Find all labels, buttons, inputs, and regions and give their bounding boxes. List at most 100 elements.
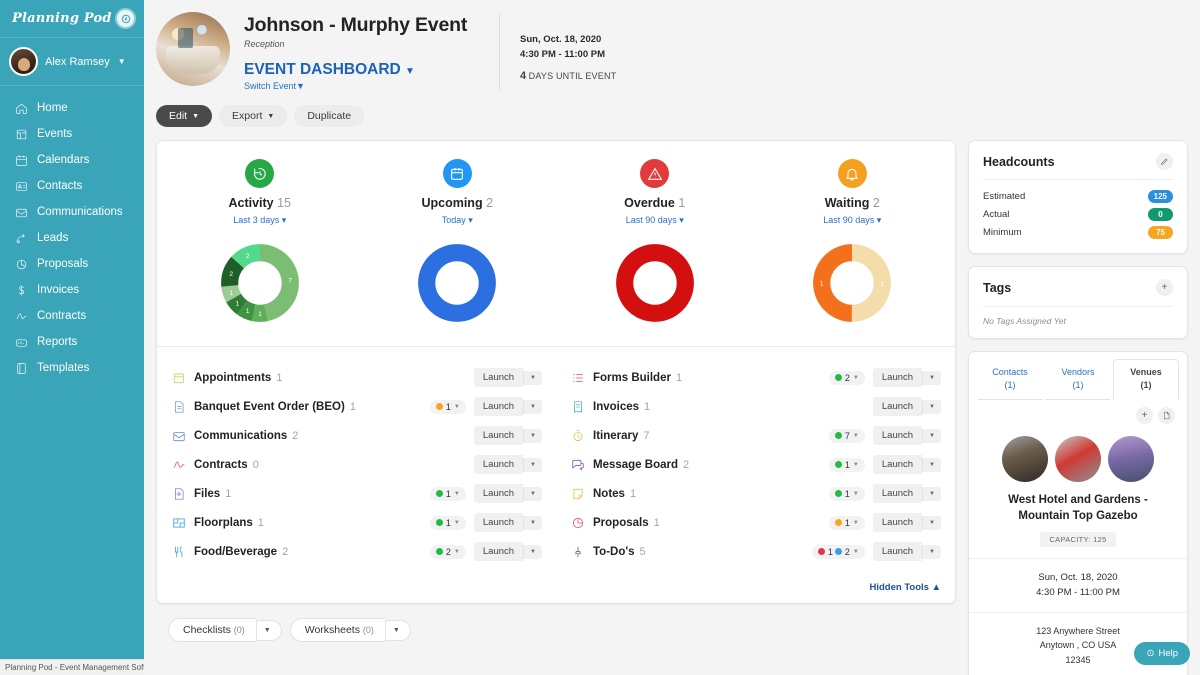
venue-thumbnail[interactable] bbox=[1055, 436, 1101, 483]
launch-dropdown-icon[interactable]: ▼ bbox=[523, 399, 542, 414]
launch-dropdown-icon[interactable]: ▼ bbox=[523, 486, 542, 501]
launch-dropdown-icon[interactable]: ▼ bbox=[523, 515, 542, 530]
worksheets-button[interactable]: Worksheets (0) bbox=[289, 618, 385, 642]
chevron-down-icon[interactable]: ▼ bbox=[454, 491, 460, 497]
document-icon[interactable] bbox=[1158, 407, 1175, 425]
stat-range-dropdown[interactable]: Today ▾ bbox=[359, 215, 557, 226]
tool-badges[interactable]: 1 ▼ bbox=[828, 486, 865, 501]
tool-badges[interactable]: 1 ▼ bbox=[429, 486, 466, 501]
launch-button[interactable]: Launch bbox=[872, 455, 923, 474]
stat-range-dropdown[interactable]: Last 90 days ▾ bbox=[556, 215, 754, 226]
tool-name[interactable]: To-Do's 5 bbox=[593, 546, 646, 558]
tool-badges[interactable]: 1 ▼ bbox=[828, 457, 865, 472]
chevron-down-icon[interactable]: ▼ bbox=[853, 375, 859, 381]
tool-badges[interactable]: 1 2 ▼ bbox=[811, 544, 865, 559]
tool-name[interactable]: Appointments 1 bbox=[194, 372, 282, 384]
tool-badges[interactable]: 1 ▼ bbox=[828, 515, 865, 530]
launch-dropdown-icon[interactable]: ▼ bbox=[922, 544, 941, 559]
launch-dropdown-icon[interactable]: ▼ bbox=[523, 428, 542, 443]
launch-button[interactable]: Launch bbox=[872, 397, 923, 416]
tool-name[interactable]: Proposals 1 bbox=[593, 517, 660, 529]
sidebar-item-invoices[interactable]: Invoices bbox=[0, 277, 144, 303]
chevron-down-icon[interactable]: ▼ bbox=[853, 462, 859, 468]
collapse-sidebar-icon[interactable] bbox=[115, 8, 136, 29]
chevron-down-icon[interactable]: ▼ bbox=[118, 57, 126, 66]
venue-tab-contacts[interactable]: Contacts (1) bbox=[977, 359, 1043, 401]
plus-icon[interactable]: + bbox=[1136, 407, 1153, 425]
chevron-down-icon[interactable]: ▼ bbox=[454, 549, 460, 555]
sidebar-user[interactable]: Alex Ramsey ▼ bbox=[0, 38, 144, 86]
sidebar-item-proposals[interactable]: Proposals bbox=[0, 251, 144, 277]
launch-dropdown-icon[interactable]: ▼ bbox=[922, 515, 941, 530]
switch-event-link[interactable]: Switch Event▼ bbox=[244, 81, 481, 91]
chevron-down-icon[interactable]: ▼ bbox=[853, 491, 859, 497]
venue-tab-vendors[interactable]: Vendors (1) bbox=[1045, 359, 1111, 401]
tool-name[interactable]: Food/Beverage 2 bbox=[194, 546, 288, 558]
sidebar-item-events[interactable]: Events bbox=[0, 121, 144, 147]
launch-button[interactable]: Launch bbox=[473, 426, 524, 445]
launch-dropdown-icon[interactable]: ▼ bbox=[922, 370, 941, 385]
launch-dropdown-icon[interactable]: ▼ bbox=[922, 457, 941, 472]
sidebar-item-reports[interactable]: Reports bbox=[0, 329, 144, 355]
venue-tab-venues[interactable]: Venues (1) bbox=[1113, 359, 1179, 401]
launch-dropdown-icon[interactable]: ▼ bbox=[523, 370, 542, 385]
chevron-down-icon[interactable]: ▼ bbox=[853, 520, 859, 526]
launch-button[interactable]: Launch bbox=[872, 426, 923, 445]
hidden-tools-toggle[interactable]: Hidden Tools ▲ bbox=[157, 578, 955, 603]
venue-thumbnail[interactable] bbox=[1002, 436, 1048, 483]
launch-dropdown-icon[interactable]: ▼ bbox=[922, 399, 941, 414]
export-button[interactable]: Export ▼ bbox=[219, 105, 288, 127]
tool-name[interactable]: Message Board 2 bbox=[593, 459, 689, 471]
launch-button[interactable]: Launch bbox=[473, 542, 524, 561]
venue-thumbnail[interactable] bbox=[1108, 436, 1154, 483]
plus-icon[interactable]: + bbox=[1156, 279, 1173, 296]
tool-name[interactable]: Itinerary 7 bbox=[593, 430, 650, 442]
launch-dropdown-icon[interactable]: ▼ bbox=[523, 457, 542, 472]
chevron-down-icon[interactable]: ▼ bbox=[454, 404, 460, 410]
edit-button[interactable]: Edit ▼ bbox=[156, 105, 213, 127]
tool-badges[interactable]: 2 ▼ bbox=[828, 370, 865, 385]
stat-range-dropdown[interactable]: Last 90 days ▾ bbox=[754, 215, 952, 226]
sidebar-item-contracts[interactable]: Contracts bbox=[0, 303, 144, 329]
tool-name[interactable]: Invoices 1 bbox=[593, 401, 650, 413]
tool-name[interactable]: Contracts 0 bbox=[194, 459, 259, 471]
sidebar-item-communications[interactable]: Communications bbox=[0, 199, 144, 225]
checklists-button[interactable]: Checklists (0) bbox=[168, 618, 256, 642]
launch-dropdown-icon[interactable]: ▼ bbox=[922, 486, 941, 501]
chevron-down-icon[interactable]: ▼ bbox=[454, 520, 460, 526]
tool-name[interactable]: Files 1 bbox=[194, 488, 231, 500]
tool-name[interactable]: Communications 2 bbox=[194, 430, 298, 442]
sidebar-item-leads[interactable]: Leads bbox=[0, 225, 144, 251]
pencil-icon[interactable] bbox=[1156, 153, 1173, 170]
launch-button[interactable]: Launch bbox=[473, 484, 524, 503]
tool-badges[interactable]: 2 ▼ bbox=[429, 544, 466, 559]
tool-badges[interactable]: 1 ▼ bbox=[429, 399, 466, 414]
tool-name[interactable]: Banquet Event Order (BEO) 1 bbox=[194, 401, 356, 413]
help-button[interactable]: ⊙ Help bbox=[1134, 642, 1190, 665]
tool-name[interactable]: Notes 1 bbox=[593, 488, 636, 500]
tool-badges[interactable]: 1 ▼ bbox=[429, 515, 466, 530]
launch-dropdown-icon[interactable]: ▼ bbox=[922, 428, 941, 443]
launch-dropdown-icon[interactable]: ▼ bbox=[523, 544, 542, 559]
launch-button[interactable]: Launch bbox=[473, 397, 524, 416]
duplicate-button[interactable]: Duplicate bbox=[294, 105, 365, 127]
launch-button[interactable]: Launch bbox=[872, 368, 923, 387]
launch-button[interactable]: Launch bbox=[473, 368, 524, 387]
worksheets-dropdown-icon[interactable]: ▼ bbox=[384, 619, 411, 641]
tool-badges[interactable]: 7 ▼ bbox=[828, 428, 865, 443]
sidebar-item-calendars[interactable]: Calendars bbox=[0, 147, 144, 173]
chevron-down-icon[interactable]: ▼ bbox=[853, 433, 859, 439]
chevron-down-icon[interactable]: ▼ bbox=[853, 549, 859, 555]
launch-button[interactable]: Launch bbox=[872, 484, 923, 503]
tool-name[interactable]: Floorplans 1 bbox=[194, 517, 264, 529]
launch-button[interactable]: Launch bbox=[473, 513, 524, 532]
launch-button[interactable]: Launch bbox=[872, 513, 923, 532]
sidebar-item-contacts[interactable]: Contacts bbox=[0, 173, 144, 199]
launch-button[interactable]: Launch bbox=[872, 542, 923, 561]
dashboard-title-dropdown[interactable]: EVENT DASHBOARD ▼ bbox=[244, 61, 481, 79]
tool-name[interactable]: Forms Builder 1 bbox=[593, 372, 682, 384]
sidebar-item-templates[interactable]: Templates bbox=[0, 355, 144, 381]
checklists-dropdown-icon[interactable]: ▼ bbox=[255, 619, 282, 641]
sidebar-item-home[interactable]: Home bbox=[0, 95, 144, 121]
stat-range-dropdown[interactable]: Last 3 days ▾ bbox=[161, 215, 359, 226]
